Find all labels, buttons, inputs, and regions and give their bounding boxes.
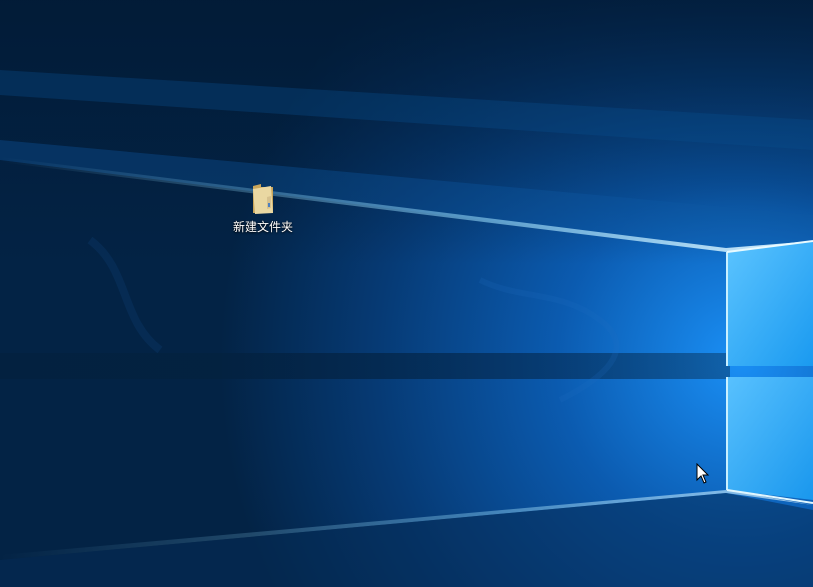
desktop-icon-label: 新建文件夹	[232, 220, 293, 234]
folder-icon	[248, 182, 278, 216]
desktop-wallpaper	[0, 0, 813, 587]
desktop-icon-new-folder[interactable]: 新建文件夹	[226, 178, 300, 242]
desktop[interactable]: 新建文件夹	[0, 0, 813, 587]
arrow-cursor-icon	[696, 463, 710, 484]
